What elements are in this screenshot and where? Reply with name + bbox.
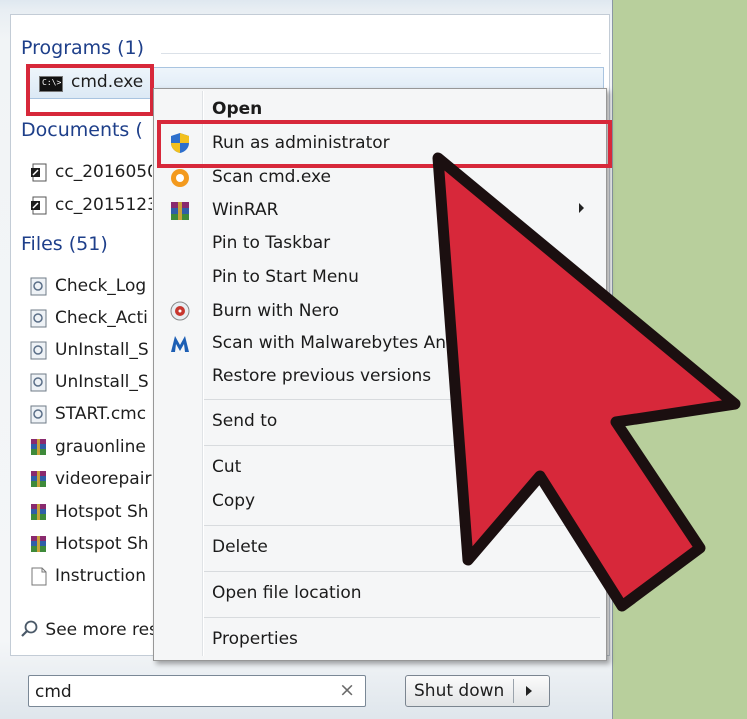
pointer-arrow-graphic bbox=[432, 152, 741, 612]
